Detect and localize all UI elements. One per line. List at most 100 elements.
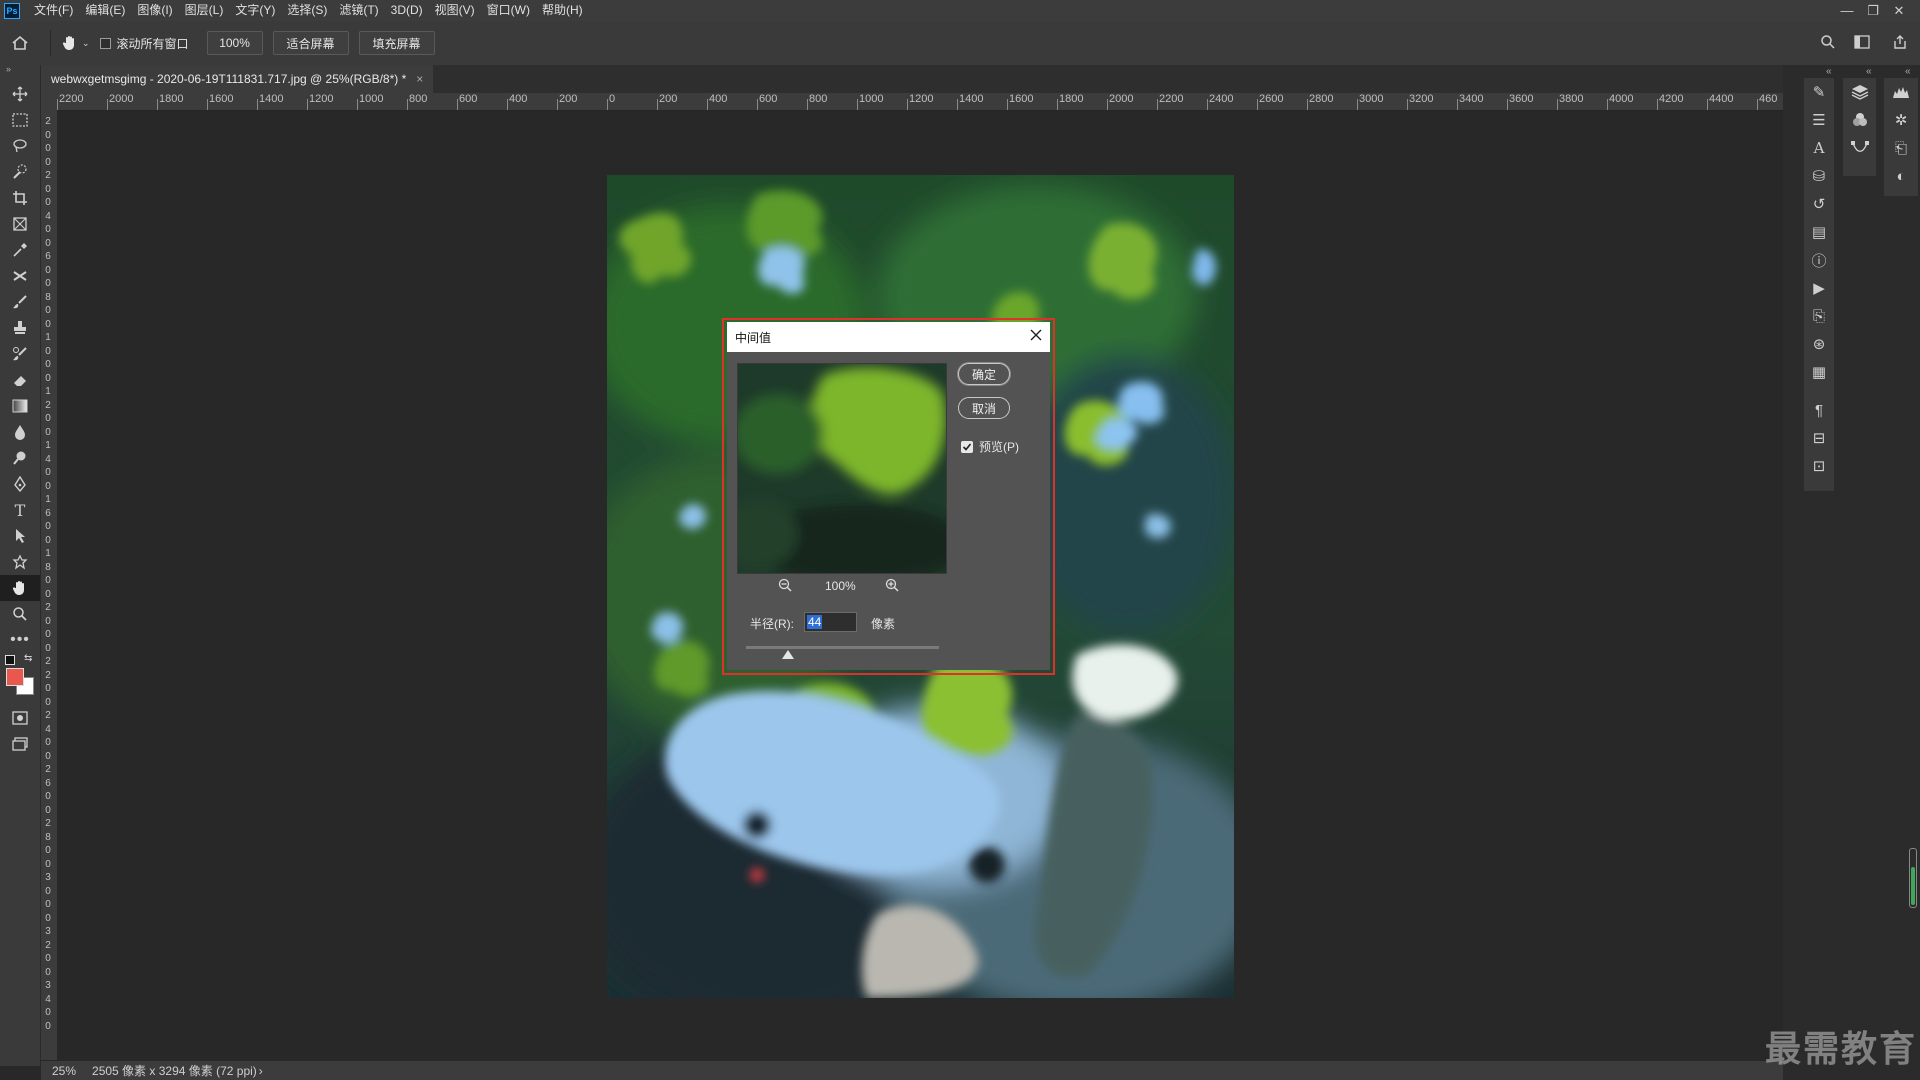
type-tool-icon[interactable]: T xyxy=(0,497,40,523)
close-window-button[interactable]: ✕ xyxy=(1886,0,1912,21)
collapse-panel-icon[interactable]: « xyxy=(1866,66,1872,77)
menu-type[interactable]: 文字(Y) xyxy=(229,0,281,21)
radius-slider-thumb[interactable] xyxy=(782,650,794,659)
menu-filter[interactable]: 滤镜(T) xyxy=(333,0,384,21)
pen-tool-icon[interactable] xyxy=(0,471,40,497)
3d-icon[interactable]: ⊛ xyxy=(1804,330,1834,358)
quick-mask-icon[interactable] xyxy=(0,705,40,731)
ruler-h-tick xyxy=(1457,99,1458,110)
status-menu-arrow[interactable]: › xyxy=(259,1064,263,1078)
menu-view[interactable]: 视图(V) xyxy=(429,0,481,21)
path-selection-tool-icon[interactable] xyxy=(0,523,40,549)
more-tools-icon[interactable]: ••• xyxy=(0,627,40,653)
restore-button[interactable]: ❐ xyxy=(1860,0,1886,21)
ruler-h-tick xyxy=(457,99,458,110)
ok-button[interactable]: 确定 xyxy=(958,363,1010,385)
history-icon[interactable]: ↺ xyxy=(1804,190,1834,218)
crop-tool-icon[interactable] xyxy=(0,185,40,211)
menu-layer[interactable]: 图层(L) xyxy=(179,0,230,21)
hand-tool-icon[interactable] xyxy=(0,575,40,601)
notes-icon[interactable]: ⎘ xyxy=(1804,302,1834,330)
zoom-100-button[interactable]: 100% xyxy=(206,31,263,55)
menu-edit[interactable]: 编辑(E) xyxy=(79,0,131,21)
default-colors-icon[interactable] xyxy=(5,655,15,665)
close-document-icon[interactable]: × xyxy=(416,72,423,86)
info-icon[interactable]: ⓘ xyxy=(1804,246,1834,274)
screen-mode-icon[interactable] xyxy=(0,731,40,757)
close-icon[interactable] xyxy=(1030,329,1042,344)
minimize-button[interactable]: — xyxy=(1834,0,1860,21)
paragraph-styles-icon[interactable]: ⊡ xyxy=(1804,452,1834,480)
ruler-h-label: 1600 xyxy=(209,93,234,105)
menu-3d[interactable]: 3D(D) xyxy=(385,0,429,21)
layers-icon[interactable] xyxy=(1843,78,1876,106)
zoom-tool-icon[interactable] xyxy=(0,601,40,627)
character-icon[interactable]: A xyxy=(1804,134,1834,162)
marquee-tool-icon[interactable] xyxy=(0,107,40,133)
menu-file[interactable]: 文件(F) xyxy=(28,0,79,21)
gradient-tool-icon[interactable] xyxy=(0,393,40,419)
status-zoom[interactable]: 25% xyxy=(52,1064,76,1078)
ruler-h-label: 1000 xyxy=(359,93,384,105)
zoom-in-icon[interactable] xyxy=(885,578,899,595)
histogram-icon[interactable] xyxy=(1884,78,1918,106)
workspace-icon[interactable] xyxy=(1854,34,1870,52)
menu-help[interactable]: 帮助(H) xyxy=(536,0,589,21)
foreground-color-swatch[interactable] xyxy=(6,668,24,686)
navigator-icon[interactable]: ✲ xyxy=(1884,106,1918,134)
adjustments-icon[interactable]: ◐ xyxy=(1884,162,1918,190)
horizontal-ruler[interactable]: 2200 2000 1800 1600 1400 1200 1000 800 600 400 200… xyxy=(57,93,1783,111)
lasso-tool-icon[interactable] xyxy=(0,133,40,159)
history-brush-tool-icon[interactable] xyxy=(0,341,40,367)
adjustment-presets-icon[interactable]: ☰ xyxy=(1804,106,1834,134)
preview-checkbox[interactable] xyxy=(961,440,973,453)
frame-tool-icon[interactable] xyxy=(0,211,40,237)
libraries-icon[interactable]: ▤ xyxy=(1804,218,1834,246)
custom-shape-tool-icon[interactable] xyxy=(0,549,40,575)
dodge-tool-icon[interactable] xyxy=(0,445,40,471)
search-icon[interactable] xyxy=(1820,34,1836,53)
swap-colors-icon[interactable]: ⇆ xyxy=(24,653,32,664)
menu-select[interactable]: 选择(S) xyxy=(281,0,333,21)
blur-tool-icon[interactable] xyxy=(0,419,40,445)
collapse-panel-icon[interactable]: « xyxy=(1905,66,1911,77)
glyphs-icon[interactable]: ⊟ xyxy=(1804,424,1834,452)
document-tab[interactable]: webwxgetmsgimg - 2020-06-19T111831.717.j… xyxy=(41,65,434,93)
brush-tool-icon[interactable] xyxy=(0,289,40,315)
fit-screen-button[interactable]: 适合屏幕 xyxy=(272,31,349,55)
filter-preview[interactable] xyxy=(737,363,947,574)
fill-screen-button[interactable]: 填充屏幕 xyxy=(358,31,435,55)
home-icon[interactable] xyxy=(0,35,40,51)
ruler-h-label: 2200 xyxy=(59,93,84,105)
scroll-indicator[interactable] xyxy=(1909,848,1917,908)
dialog-title-bar[interactable]: 中间值 xyxy=(727,322,1050,352)
collapse-panel-icon[interactable]: « xyxy=(1826,66,1832,77)
collapse-toolbar-icon[interactable]: » xyxy=(0,65,40,74)
move-tool-icon[interactable] xyxy=(0,81,40,107)
zoom-out-icon[interactable] xyxy=(778,578,792,595)
quick-selection-tool-icon[interactable] xyxy=(0,159,40,185)
paths-icon[interactable] xyxy=(1843,134,1876,162)
spot-healing-tool-icon[interactable] xyxy=(0,263,40,289)
vertical-ruler[interactable]: 2 0 0 0 2 0 0 4 0 0 6 0 0 8 0 0 1 0 0 0 1 2 0 0 1 4 0 0 1 6 0 0 1 8 0 0 2 0 0 0… xyxy=(41,110,58,1060)
photoshop-logo-icon[interactable]: Ps xyxy=(4,2,20,19)
radius-input[interactable]: 44 xyxy=(804,612,857,632)
channels-icon[interactable] xyxy=(1843,106,1876,134)
properties-icon[interactable]: ⎗ xyxy=(1884,134,1918,162)
clone-source-icon[interactable]: ⛁ xyxy=(1804,162,1834,190)
clone-stamp-tool-icon[interactable] xyxy=(0,315,40,341)
hand-tool-preset-icon[interactable]: ⌄ xyxy=(61,34,90,52)
ruler-h-tick xyxy=(607,99,608,110)
scroll-all-windows-checkbox[interactable] xyxy=(99,37,111,49)
actions-icon[interactable]: ▶ xyxy=(1804,274,1834,302)
brush-settings-icon[interactable]: ✎ xyxy=(1804,78,1834,106)
share-icon[interactable] xyxy=(1892,34,1908,53)
eyedropper-tool-icon[interactable] xyxy=(0,237,40,263)
eraser-tool-icon[interactable] xyxy=(0,367,40,393)
table-icon[interactable]: ▦ xyxy=(1804,358,1834,386)
cancel-button[interactable]: 取消 xyxy=(958,397,1010,419)
menu-image[interactable]: 图像(I) xyxy=(131,0,178,21)
radius-slider-track[interactable] xyxy=(746,646,939,649)
paragraph-icon[interactable]: ¶ xyxy=(1804,396,1834,424)
menu-window[interactable]: 窗口(W) xyxy=(481,0,536,21)
